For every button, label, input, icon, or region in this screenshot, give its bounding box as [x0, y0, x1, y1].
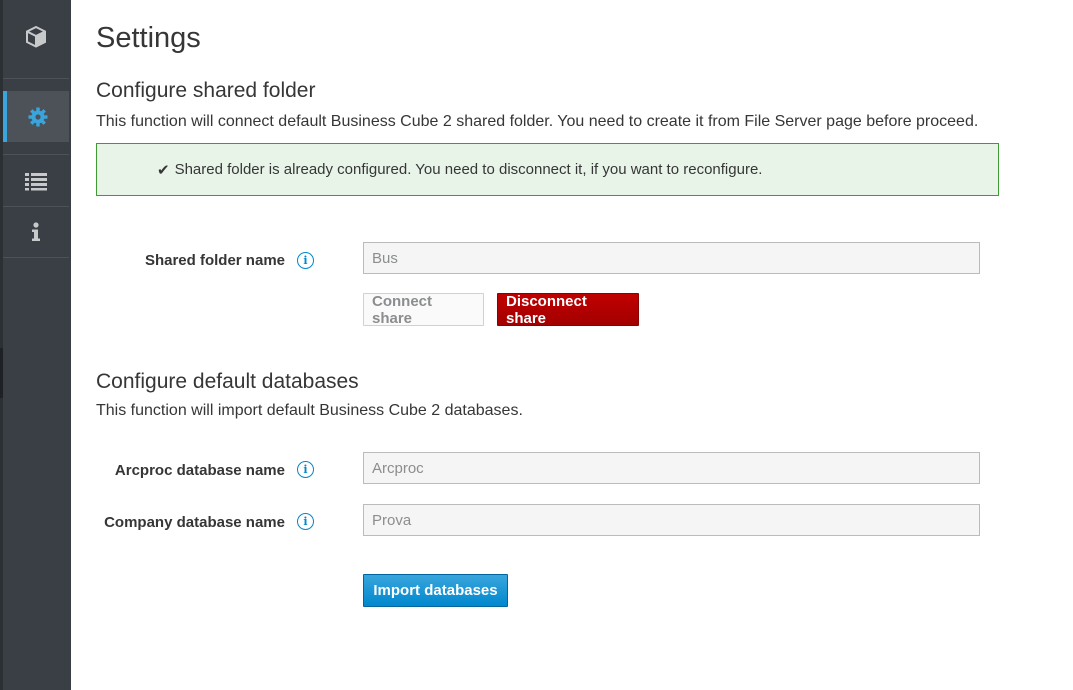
alert-text: Shared folder is already configured. You…	[174, 161, 763, 178]
sidebar-item-list[interactable]	[3, 154, 69, 207]
connect-share-button[interactable]: Connect share	[363, 293, 484, 327]
cube-icon	[26, 25, 46, 48]
gear-icon	[28, 107, 48, 126]
shared-folder-description: This function will connect default Busin…	[96, 113, 979, 130]
arcproc-database-label: Arcproc database name	[114, 462, 285, 479]
disconnect-share-button[interactable]: Disconnect share	[497, 293, 639, 327]
sidebar-item-settings[interactable]	[3, 91, 69, 142]
page-title: Settings	[96, 22, 201, 54]
sidebar-item-logo[interactable]	[3, 10, 69, 63]
arcproc-database-input[interactable]: Arcproc	[363, 452, 980, 484]
databases-description: This function will import default Busine…	[96, 402, 523, 419]
sidebar-resize-handle[interactable]	[0, 348, 3, 398]
company-database-label: Company database name	[104, 514, 285, 531]
arcproc-info-icon[interactable]: i	[297, 461, 314, 478]
list-icon	[25, 172, 47, 190]
shared-folder-heading: Configure shared folder	[96, 79, 316, 102]
info-icon	[32, 221, 40, 241]
checkmark-icon: ✔	[157, 161, 170, 179]
sidebar	[0, 0, 71, 690]
company-info-icon[interactable]: i	[297, 513, 314, 530]
sidebar-item-info[interactable]	[3, 206, 69, 258]
company-database-input[interactable]: Prova	[363, 504, 980, 536]
success-alert: ✔ Shared folder is already configured. Y…	[96, 143, 999, 196]
import-databases-button[interactable]: Import databases	[363, 574, 508, 607]
sidebar-divider	[3, 78, 69, 79]
shared-folder-info-icon[interactable]: i	[297, 252, 314, 269]
shared-folder-name-label: Shared folder name	[144, 252, 285, 269]
databases-heading: Configure default databases	[96, 370, 359, 393]
shared-folder-name-input[interactable]: Bus	[363, 242, 980, 274]
